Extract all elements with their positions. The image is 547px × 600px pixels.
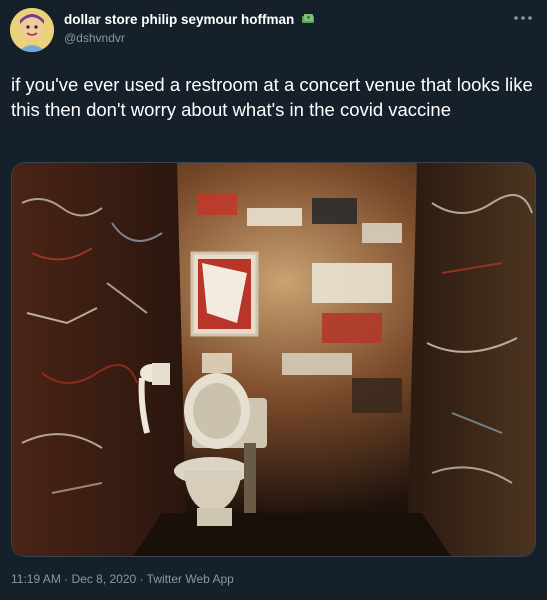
money-bag-icon [302, 14, 315, 23]
tweet-metadata: 11:19 AM · Dec 8, 2020 · Twitter Web App [11, 572, 234, 586]
tweet-card: dollar store philip seymour hoffman @dsh… [0, 0, 547, 600]
more-dots-icon [514, 16, 532, 20]
display-name-text: dollar store philip seymour hoffman [64, 12, 295, 27]
handle[interactable]: @dshvndvr [64, 31, 125, 45]
tweet-text: if you've ever used a restroom at a conc… [11, 74, 533, 120]
display-name[interactable]: dollar store philip seymour hoffman [64, 12, 315, 27]
meta-separator: · [136, 572, 147, 586]
meta-separator: · [60, 572, 72, 586]
tweet-date[interactable]: Dec 8, 2020 [71, 572, 136, 586]
tweet-photo[interactable] [11, 162, 536, 557]
tweet-time[interactable]: 11:19 AM [11, 572, 61, 586]
avatar[interactable] [10, 8, 54, 52]
avatar-face-icon [10, 8, 54, 52]
graffiti-restroom-photo [12, 163, 535, 556]
tweet-source-link[interactable]: Twitter Web App [147, 572, 234, 586]
more-options-button[interactable] [511, 12, 535, 28]
